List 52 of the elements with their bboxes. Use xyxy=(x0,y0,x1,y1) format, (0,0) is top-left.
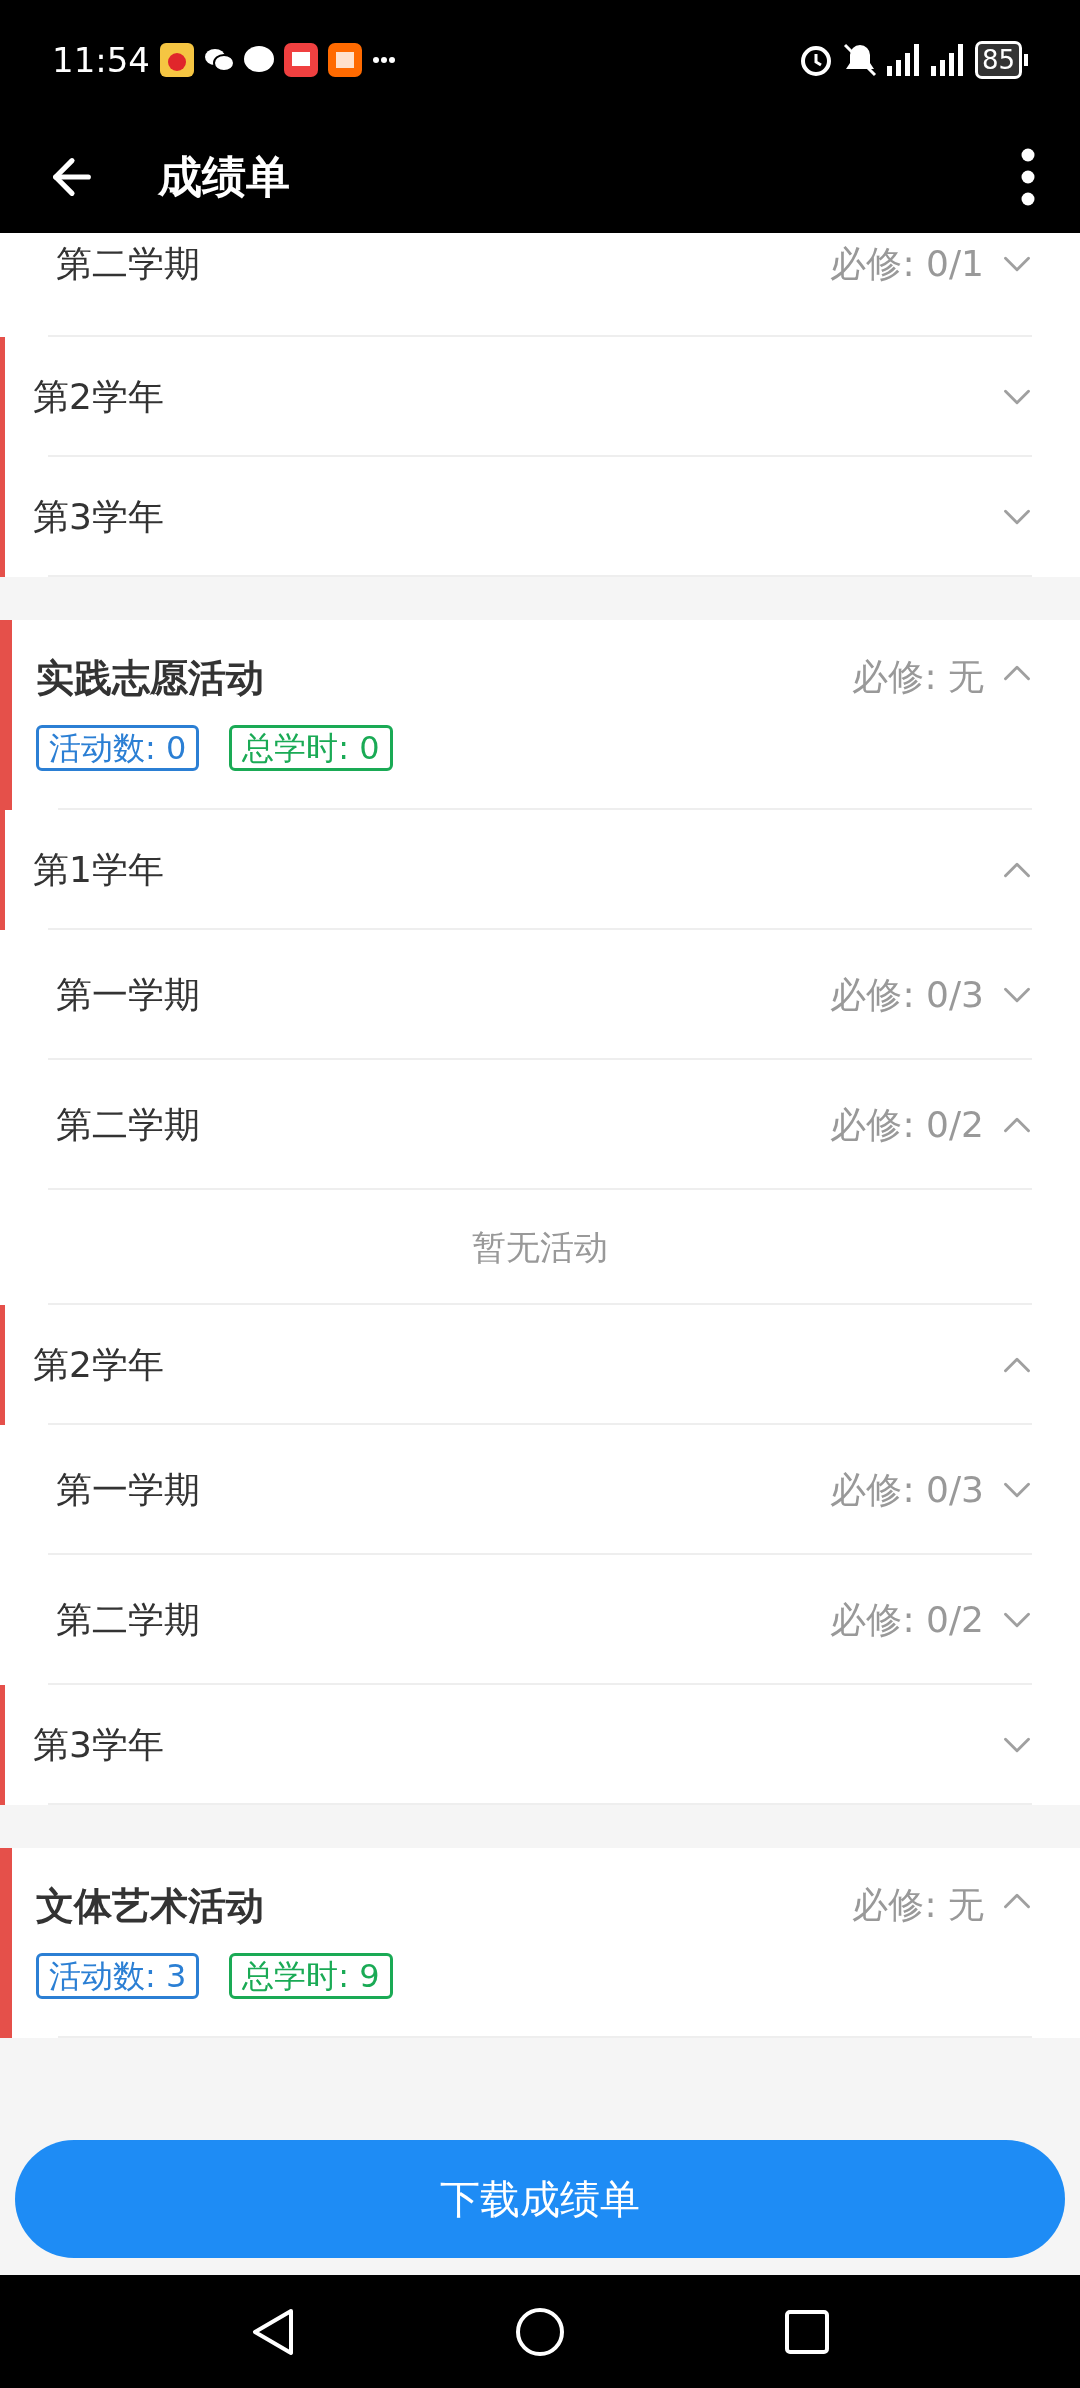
category-title: 文体艺术活动 xyxy=(36,1883,265,1930)
home-nav-icon[interactable] xyxy=(515,2306,565,2357)
stat-tag: 总学时: 0 xyxy=(229,725,393,771)
year-label: 第1学年 xyxy=(33,848,164,892)
required-count: 必修: 无 xyxy=(852,655,984,699)
back-nav-icon[interactable] xyxy=(251,2306,295,2357)
required-count: 必修: 0/2 xyxy=(830,1598,984,1642)
status-time: 11:54 xyxy=(52,38,150,82)
shop-app-icon xyxy=(328,43,362,77)
battery-level: 85 xyxy=(974,41,1022,79)
muted-bell-icon xyxy=(842,43,877,77)
category-title: 实践志愿活动 xyxy=(36,655,265,702)
semester-row[interactable]: 第二学期 必修: 0/2 xyxy=(0,1555,1080,1685)
year-label: 第2学年 xyxy=(33,375,164,419)
alarm-clock-icon xyxy=(798,43,833,77)
required-count: 必修: 0/2 xyxy=(830,1103,984,1147)
category-header[interactable]: 文体艺术活动 活动数: 3 总学时: 9 必修: 无 xyxy=(0,1848,1080,2038)
required-count: 必修: 无 xyxy=(852,1883,984,1927)
message-icon xyxy=(244,46,274,74)
required-count: 必修: 0/1 xyxy=(830,242,984,286)
chat-bubbles-icon xyxy=(204,47,234,73)
signal-icon xyxy=(930,44,965,76)
category-header[interactable]: 实践志愿活动 活动数: 0 总学时: 0 必修: 无 xyxy=(0,620,1080,810)
semester-label: 第一学期 xyxy=(56,973,200,1017)
book-app-icon xyxy=(284,43,318,77)
semester-label: 第二学期 xyxy=(56,1598,200,1642)
empty-message: 暂无活动 xyxy=(472,1226,608,1269)
semester-row[interactable]: 第一学期 必修: 0/3 xyxy=(0,1425,1080,1555)
required-count: 必修: 0/3 xyxy=(830,1468,984,1512)
semester-label: 第二学期 xyxy=(56,1103,200,1147)
year-row[interactable]: 第2学年 xyxy=(0,337,1080,457)
required-count: 必修: 0/3 xyxy=(830,973,984,1017)
semester-row[interactable]: 第一学期 必修: 0/3 xyxy=(0,930,1080,1060)
year-row[interactable]: 第2学年 xyxy=(0,1305,1080,1425)
more-notifications-icon xyxy=(372,56,396,64)
semester-row[interactable]: 第二学期 必修: 0/1 xyxy=(0,233,1080,337)
semester-row[interactable]: 第二学期 必修: 0/2 xyxy=(0,1060,1080,1190)
stat-tag: 总学时: 9 xyxy=(229,1953,393,1999)
year-row[interactable]: 第1学年 xyxy=(0,810,1080,930)
recents-nav-icon[interactable] xyxy=(785,2309,829,2354)
semester-label: 第二学期 xyxy=(56,242,200,286)
stat-tag: 活动数: 0 xyxy=(36,725,200,771)
stat-tag: 活动数: 3 xyxy=(36,1953,200,1999)
year-label: 第3学年 xyxy=(33,1723,164,1767)
more-icon[interactable] xyxy=(1020,146,1036,207)
year-row[interactable]: 第3学年 xyxy=(0,1685,1080,1805)
semester-label: 第一学期 xyxy=(56,1468,200,1512)
year-row[interactable]: 第3学年 xyxy=(0,457,1080,577)
year-label: 第3学年 xyxy=(33,495,164,539)
signal-icon xyxy=(886,44,921,76)
page-title: 成绩单 xyxy=(158,149,290,204)
year-label: 第2学年 xyxy=(33,1343,164,1387)
